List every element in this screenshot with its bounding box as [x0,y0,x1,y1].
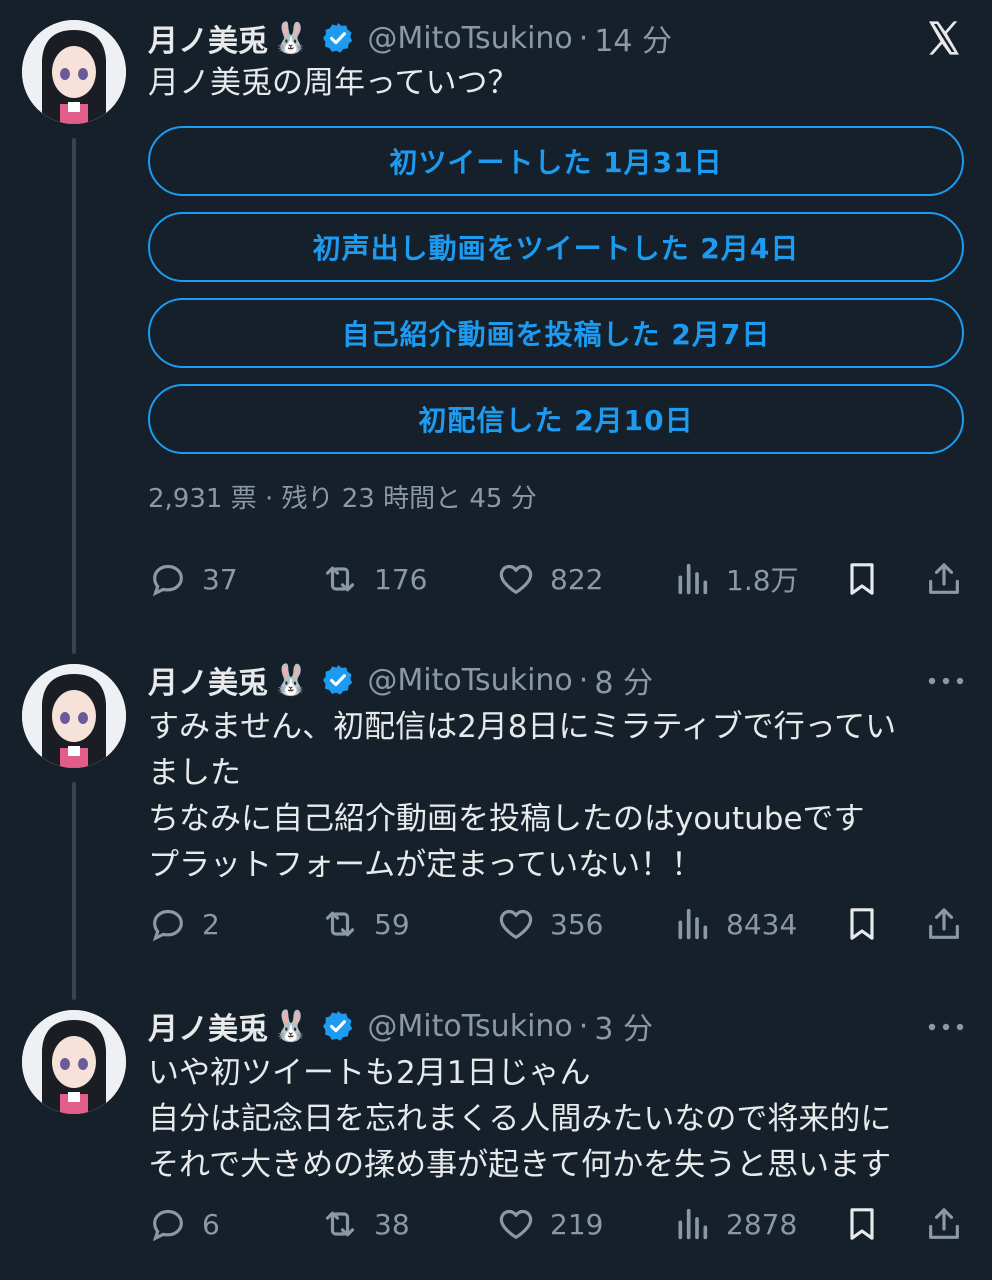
retweet-icon [325,1211,355,1237]
retweet-icon [325,911,355,937]
retweet-count: 59 [374,907,410,941]
verified-badge-icon [323,665,353,695]
bookmark-icon [850,908,874,940]
tweet-text-line: すみません、初配信は2月8日にミラティブで行ってい [148,709,897,745]
tweet-text-line: ちなみに自己紹介動画を投稿したのはyoutubeです [148,801,865,837]
reply-button[interactable]: 2 [148,902,220,946]
display-name[interactable]: 月ノ美兎 [148,1004,268,1048]
more-icon[interactable] [928,676,964,686]
avatar[interactable] [22,1010,126,1114]
thread-line [72,782,76,1000]
display-name[interactable]: 月ノ美兎 [148,658,268,702]
poll-option-1[interactable]: 初ツイートした 1月31日 [148,126,964,196]
more-icon[interactable] [928,1022,964,1032]
tweet-header: 月ノ美兎 🐰 @MitoTsukino · 3 分 [148,1004,653,1048]
share-icon [929,563,959,594]
retweet-count: 176 [374,562,428,596]
rabbit-emoji: 🐰 [272,20,310,56]
reply-button[interactable]: 6 [148,1202,220,1246]
handle[interactable]: @MitoTsukino [367,1009,572,1044]
bookmark-icon [850,1208,874,1240]
like-count: 822 [550,562,604,596]
tweet-text-line: ました [148,755,241,791]
share-button[interactable] [924,1202,964,1246]
share-button[interactable] [924,902,964,946]
retweet-button[interactable]: 59 [320,902,410,946]
bookmark-icon [850,563,874,595]
verified-badge-icon [323,1011,353,1041]
views-icon [678,908,708,940]
poll-option-2[interactable]: 初声出し動画をツイートした 2月4日 [148,212,964,282]
like-icon [499,1209,533,1239]
reply-icon [152,909,183,942]
reply-count: 2 [202,907,220,941]
tweet-text-line: 月ノ美兎の周年っていつ？ [148,65,519,101]
avatar-image [22,1010,126,1114]
views-count: 8434 [726,907,798,941]
x-logo-icon[interactable] [924,18,964,58]
timestamp[interactable]: 3 分 [594,1004,653,1048]
tweet-text-line: 自分は記念日を忘れまくる人間みたいなので将来的に [148,1101,892,1137]
thread-line [72,138,76,654]
rabbit-emoji: 🐰 [272,1008,310,1044]
handle[interactable]: @MitoTsukino [367,663,572,698]
separator: · [578,20,589,56]
tweet-header: 月ノ美兎 🐰 @MitoTsukino · 8 分 [148,658,653,702]
separator: · [578,1008,589,1044]
verified-badge-icon [323,23,353,53]
share-icon [929,1208,959,1239]
views-count: 1.8万 [726,564,799,597]
bookmark-button[interactable] [842,1202,882,1246]
views-count: 2878 [726,1207,798,1241]
poll-option-4[interactable]: 初配信した 2月10日 [148,384,964,454]
like-icon [499,564,533,594]
timestamp[interactable]: 14 分 [594,16,672,60]
separator: · [578,662,589,698]
action-bar: 6 38 219 2878 [148,1202,968,1246]
like-button[interactable]: 356 [496,902,603,946]
avatar-image [22,664,126,768]
display-name[interactable]: 月ノ美兎 [148,16,268,60]
reply-button[interactable]: 37 [148,557,238,601]
retweet-icon [325,566,355,592]
handle[interactable]: @MitoTsukino [367,21,572,56]
bookmark-button[interactable] [842,902,882,946]
tweet-text: すみません、初配信は2月8日にミラティブで行ってい ました ちなみに自己紹介動画… [148,704,968,888]
like-icon [499,909,533,939]
reply-icon [152,1209,183,1242]
like-count: 219 [550,1207,604,1241]
share-button[interactable] [924,557,964,601]
share-icon [929,908,959,939]
reply-count: 6 [202,1207,220,1241]
tweet-text: いや初ツイートも2月1日じゃん 自分は記念日を忘れまくる人間みたいなので将来的に… [148,1050,968,1188]
reply-count: 37 [202,562,238,596]
views-icon [678,1208,708,1240]
action-bar: 37 176 822 1.8万 [148,557,968,601]
retweet-button[interactable]: 38 [320,1202,410,1246]
poll-meta: 2,931 票 · 残り 23 時間と 45 分 [148,484,537,514]
reply-icon [152,564,183,597]
like-count: 356 [550,907,604,941]
tweet-text-line: プラットフォームが定まっていない！！ [148,847,703,883]
views-button[interactable]: 1.8万 [672,557,799,601]
retweet-count: 38 [374,1207,410,1241]
views-button[interactable]: 2878 [672,1202,797,1246]
avatar[interactable] [22,20,126,124]
tweet-text-line: それで大きめの揉め事が起きて何かを失うと思います [148,1147,892,1183]
avatar-image [22,20,126,124]
rabbit-emoji: 🐰 [272,662,310,698]
views-button[interactable]: 8434 [672,902,797,946]
poll-option-3[interactable]: 自己紹介動画を投稿した 2月7日 [148,298,964,368]
like-button[interactable]: 219 [496,1202,603,1246]
like-button[interactable]: 822 [496,557,603,601]
retweet-button[interactable]: 176 [320,557,427,601]
tweet-text: 月ノ美兎の周年っていつ？ [148,60,968,106]
views-icon [678,563,708,595]
tweet-text-line: いや初ツイートも2月1日じゃん [148,1055,591,1091]
timestamp[interactable]: 8 分 [594,658,653,702]
action-bar: 2 59 356 8434 [148,902,968,946]
avatar[interactable] [22,664,126,768]
bookmark-button[interactable] [842,557,882,601]
tweet-header: 月ノ美兎 🐰 @MitoTsukino · 14 分 [148,16,672,60]
